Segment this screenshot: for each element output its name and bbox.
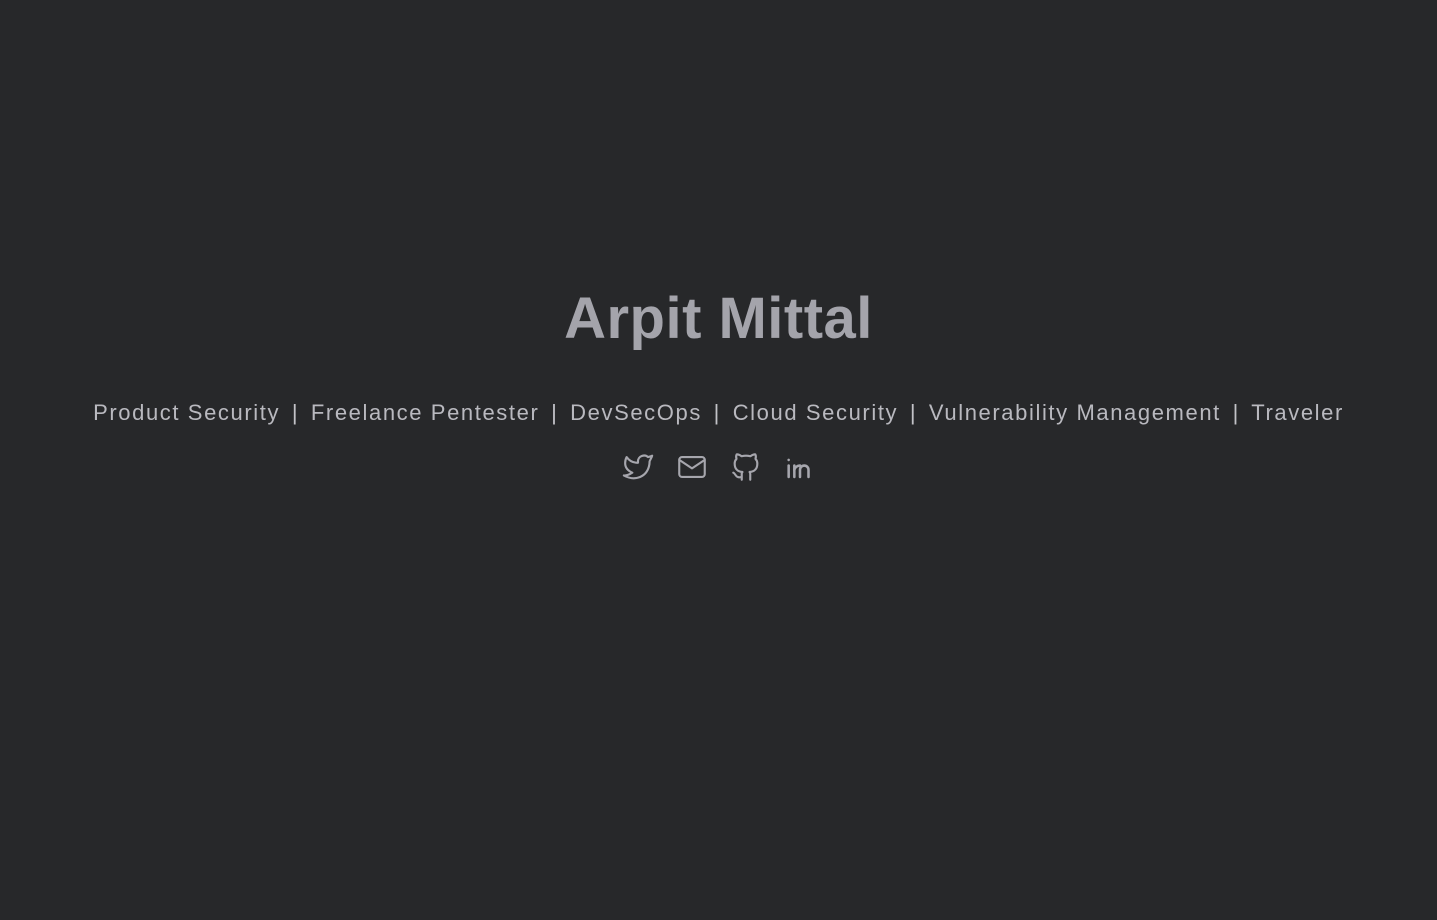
tagline-separator: | — [909, 400, 918, 425]
github-icon — [731, 453, 758, 481]
tagline-separator: | — [1232, 400, 1240, 425]
twitter-link[interactable] — [621, 450, 655, 484]
page-title: Arpit Mittal — [564, 286, 873, 351]
page: Arpit Mittal Product Security | Freelanc… — [0, 0, 1437, 920]
tagline-item-freelance-pentester: Freelance Pentester — [310, 400, 540, 425]
tagline-item-vulnerability-management: Vulnerability Management — [928, 400, 1221, 425]
github-link[interactable] — [729, 450, 763, 484]
linkedin-icon — [786, 458, 810, 479]
tagline-separator: | — [291, 400, 300, 425]
tagline-separator: | — [551, 400, 559, 425]
tagline-item-devsecops: DevSecOps — [570, 400, 702, 425]
mail-icon — [677, 456, 706, 478]
twitter-icon — [622, 454, 653, 480]
linkedin-link[interactable] — [783, 450, 817, 484]
tagline-item-cloud-security: Cloud Security — [732, 400, 899, 425]
tagline-item-traveler: Traveler — [1251, 400, 1344, 425]
tagline-item-product-security: Product Security — [93, 400, 281, 425]
social-links — [0, 450, 1437, 484]
email-link[interactable] — [675, 450, 709, 484]
tagline-separator: | — [713, 400, 721, 425]
hero-section: Arpit Mittal Product Security | Freelanc… — [0, 286, 1437, 484]
tagline: Product Security | Freelance Pentester |… — [0, 398, 1437, 428]
